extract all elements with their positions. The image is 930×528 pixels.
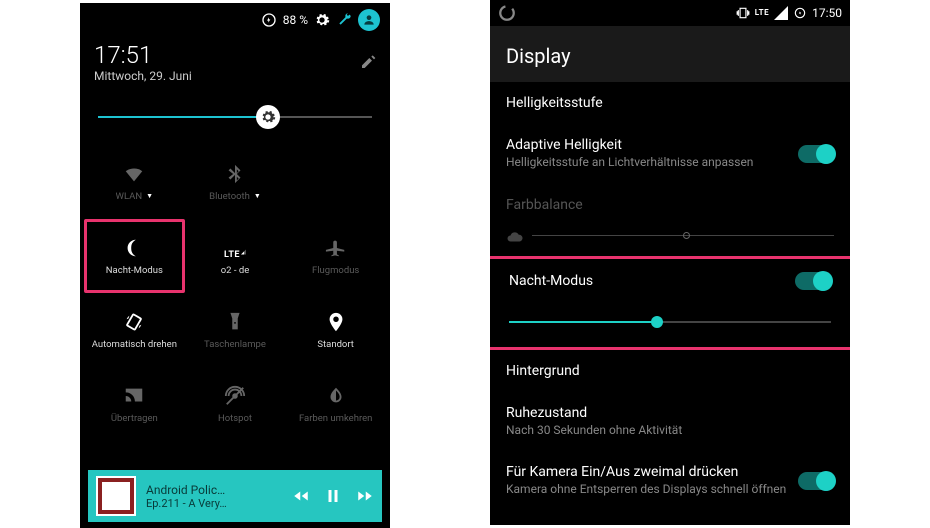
rotate-icon [123,311,145,333]
battery-circle-icon [261,12,277,28]
battery-percent: 88 % [283,13,308,27]
cloud-icon [506,228,524,242]
clock: 17:51 [94,41,192,69]
edit-icon[interactable] [360,54,376,70]
vibrate-icon [736,6,750,20]
status-time: 17:50 [812,6,842,20]
brightness-thumb-icon[interactable] [256,105,280,129]
color-balance-slider [506,226,834,248]
battery-circle-icon [793,6,807,20]
bluetooth-icon [224,163,246,185]
lte-signal-icon: LTE [224,237,246,259]
pause-icon[interactable] [324,487,342,505]
app-icon [498,4,516,22]
display-settings-screen: LTE 17:50 Display Helligkeitsstufe Adapt… [490,0,850,525]
night-mode-highlight: Nacht-Modus [490,256,850,350]
gear-icon[interactable] [314,12,330,28]
night-mode-toggle[interactable] [795,272,831,290]
status-bar: LTE 17:50 [490,0,850,26]
brightness-slider[interactable] [98,103,372,131]
flashlight-icon [224,311,246,333]
date: Mittwoch, 29. Juni [94,69,192,83]
tile-wlan[interactable]: WLAN▼ [84,145,185,219]
item-camera-double-press[interactable]: Für Kamera Ein/Aus zweimal drücken Kamer… [490,451,850,511]
tile-airplane[interactable]: Flugmodus [285,219,386,293]
next-icon[interactable] [356,487,374,505]
tile-cellular[interactable]: LTE o2 - de [185,219,286,293]
invert-icon [325,385,347,407]
item-brightness-level[interactable]: Helligkeitsstufe [490,82,850,124]
tile-cast[interactable]: Übertragen [84,367,185,441]
tile-hotspot[interactable]: Hotspot [185,367,286,441]
tile-night-mode[interactable]: Nacht-Modus [84,219,185,293]
item-color-balance: Farbbalance [490,184,850,226]
hotspot-icon [224,385,246,407]
status-bar: 88 % [80,3,390,31]
prev-icon[interactable] [292,487,310,505]
cast-icon [123,385,145,407]
tile-empty [285,145,386,219]
page-title: Display [490,26,850,82]
qs-header: 17:51 Mittwoch, 29. Juni [80,31,390,89]
tile-invert[interactable]: Farben umkehren [285,367,386,441]
media-player[interactable]: Android Polic… Ep.211 - A Very… [88,470,382,522]
item-adaptive-brightness[interactable]: Adaptive Helligkeit Helligkeitsstufe an … [490,124,850,184]
night-mode-slider[interactable] [509,309,831,335]
tile-rotate[interactable]: Automatisch drehen [84,293,185,367]
moon-icon [123,237,145,259]
item-night-mode[interactable]: Nacht-Modus [493,259,847,303]
airplane-icon [325,237,347,259]
location-icon [325,311,347,333]
tile-location[interactable]: Standort [285,293,386,367]
tile-flashlight[interactable]: Taschenlampe [185,293,286,367]
item-sleep[interactable]: Ruhezustand Nach 30 Sekunden ohne Aktivi… [490,392,850,452]
lte-label: LTE [755,9,769,17]
tile-bluetooth[interactable]: Bluetooth▼ [185,145,286,219]
wrench-icon[interactable] [336,12,352,28]
camera-toggle[interactable] [798,472,834,490]
signal-icon [774,6,788,20]
item-wallpaper[interactable]: Hintergrund [490,350,850,392]
media-title: Android Polic… [146,483,292,497]
album-art [96,476,136,516]
chevron-down-icon: ▼ [254,192,261,200]
quick-settings-panel: 88 % 17:51 Mittwoch, 29. Juni WLAN▼ Blue… [80,3,390,528]
chevron-down-icon: ▼ [146,192,153,200]
qs-tiles: WLAN▼ Bluetooth▼ Nacht-Modus LTE o2 - de… [80,141,390,443]
media-subtitle: Ep.211 - A Very… [146,497,292,510]
adaptive-toggle[interactable] [798,145,834,163]
wifi-icon [123,163,145,185]
profile-icon[interactable] [358,9,380,31]
